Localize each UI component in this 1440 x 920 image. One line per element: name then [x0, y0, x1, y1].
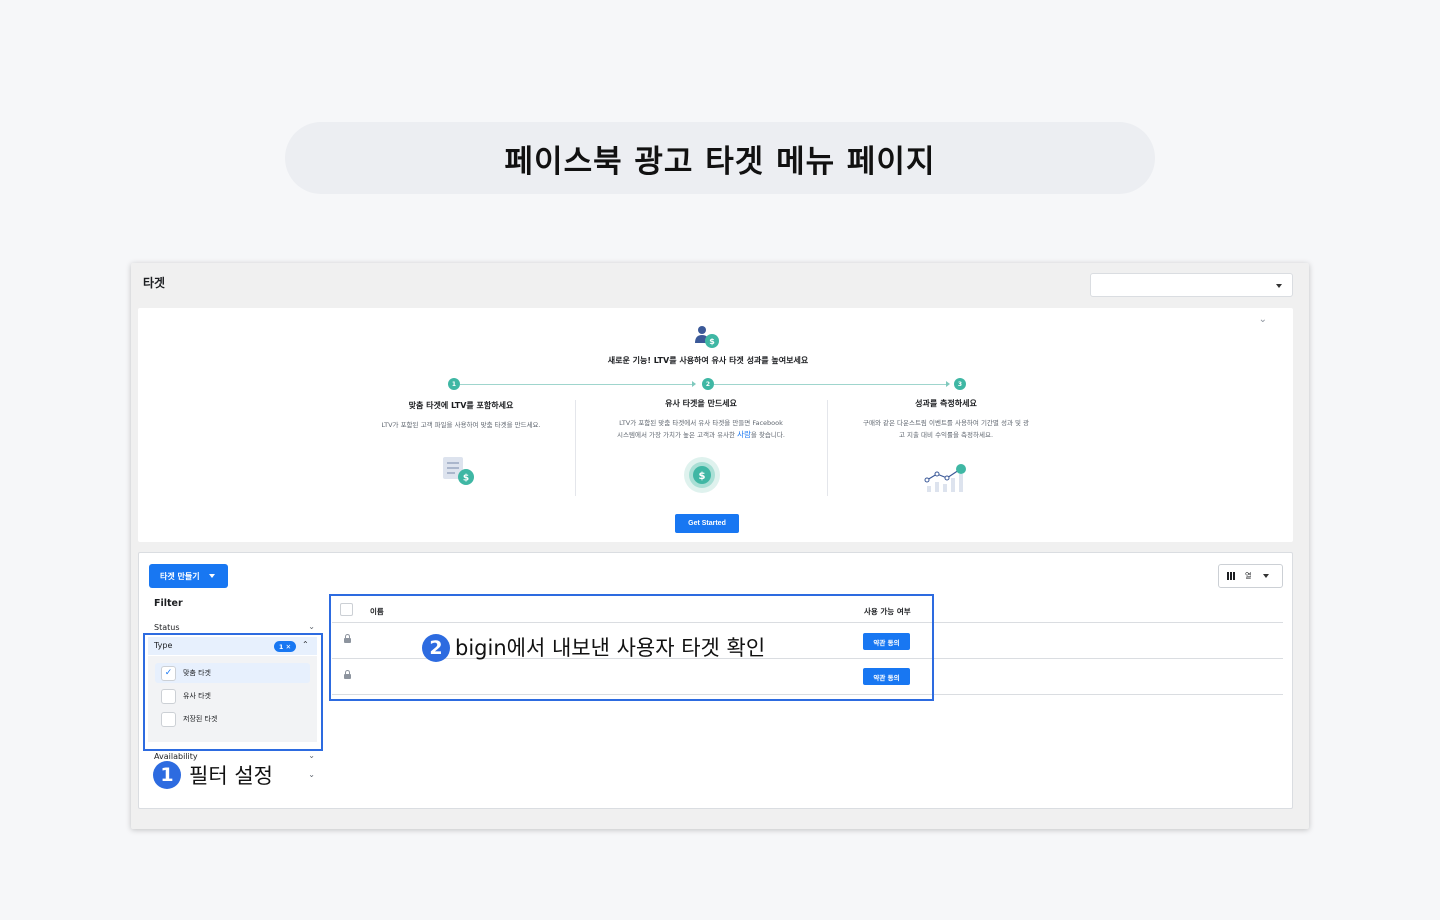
ltv-promo-card: ⌄ $ 새로운 기능! LTV를 사용하여 유사 타겟 성과를 높여보세요 1 …: [138, 308, 1293, 542]
window-title: 타겟: [143, 276, 166, 290]
step-2: 유사 타겟을 만드세요 LTV가 포함된 맞춤 타겟에서 유사 타겟을 만들면 …: [601, 398, 801, 441]
filter-status[interactable]: Status ⌄: [154, 622, 315, 632]
step-1: 맞춤 타겟에 LTV를 포함하세요 LTV가 포함된 고객 파일을 사용하여 맞…: [361, 400, 561, 431]
divider: [575, 400, 576, 496]
step-1-desc: LTV가 포함된 고객 파일을 사용하여 맞춤 타겟을 만드세요.: [381, 421, 541, 429]
svg-text:$: $: [709, 337, 715, 346]
step-2-desc-line2: 시스템에서 가장 가치가 높은 고객과 유사한: [617, 431, 738, 439]
step-3-desc: 구매와 같은 다운스트림 이벤트를 사용하여 기간별 성과 및 광 고 지출 대…: [846, 417, 1046, 441]
step-line-1: [460, 384, 694, 385]
highlight-filter-box: [143, 633, 323, 751]
callout-2-text: bigin에서 내보낸 사용자 타겟 확인: [455, 636, 766, 660]
filter-title: Filter: [154, 598, 183, 609]
callout-2-number: 2: [422, 634, 450, 662]
page-title-banner: 페이스북 광고 타겟 메뉴 페이지: [285, 122, 1155, 194]
get-started-button[interactable]: Get Started: [675, 514, 739, 533]
columns-button[interactable]: 열: [1218, 564, 1283, 588]
performance-chart-icon: [924, 464, 966, 492]
columns-label: 열: [1245, 572, 1252, 580]
divider: [827, 400, 828, 496]
step-2-desc-line1: LTV가 포함된 맞춤 타겟에서 유사 타겟을 만들면 Facebook: [619, 419, 783, 427]
chevron-down-icon[interactable]: ⌄: [1259, 314, 1267, 325]
customer-file-icon: $: [443, 457, 474, 485]
callout-1-number: 1: [153, 761, 181, 789]
step-2-desc: LTV가 포함된 맞춤 타겟에서 유사 타겟을 만들면 Facebook 시스템…: [601, 417, 801, 441]
step-3-desc-line2: 고 지출 대비 수익률을 측정하세요.: [898, 431, 994, 439]
arrow-right-icon: [946, 381, 950, 387]
caret-down-icon: [208, 574, 215, 578]
promo-heading: 새로운 기능! LTV를 사용하여 유사 타겟 성과를 높여보세요: [607, 356, 809, 365]
create-audience-button[interactable]: 타겟 만들기: [149, 564, 228, 588]
page-title: 페이스북 광고 타겟 메뉴 페이지: [504, 143, 936, 180]
step-1-dot: 1: [448, 378, 460, 390]
step-2-desc-highlight: 사람: [737, 430, 751, 439]
arrow-right-icon: [692, 381, 696, 387]
chevron-down-icon: ⌄: [308, 770, 315, 779]
callout-1-text: 필터 설정: [189, 764, 273, 788]
account-select[interactable]: [1090, 273, 1293, 297]
caret-down-icon: [1263, 574, 1270, 578]
step-line-2: [714, 384, 948, 385]
chevron-down-icon: ⌄: [308, 622, 315, 631]
step-2-desc-line2-end: 을 찾습니다.: [750, 431, 785, 439]
svg-text:$: $: [463, 474, 469, 484]
chevron-down-icon: ⌄: [308, 751, 315, 760]
step-2-title: 유사 타겟을 만드세요: [665, 399, 737, 408]
step-3-desc-line1: 구매와 같은 다운스트림 이벤트를 사용하여 기간별 성과 및 광: [862, 419, 1030, 427]
step-3: 성과를 측정하세요 구매와 같은 다운스트림 이벤트를 사용하여 기간별 성과 …: [846, 398, 1046, 441]
step-3-dot: 3: [954, 378, 966, 390]
caret-down-icon: [1276, 284, 1282, 288]
user-money-icon: $: [695, 326, 719, 348]
columns-icon: [1227, 572, 1235, 580]
step-1-title: 맞춤 타겟에 LTV를 포함하세요: [408, 401, 514, 410]
step-3-title: 성과를 측정하세요: [915, 399, 977, 408]
lookalike-money-icon: $: [684, 457, 720, 493]
step-2-dot: 2: [702, 378, 714, 390]
filter-status-label: Status: [154, 623, 180, 632]
svg-text:$: $: [699, 471, 706, 482]
create-audience-label: 타겟 만들기: [160, 571, 200, 581]
